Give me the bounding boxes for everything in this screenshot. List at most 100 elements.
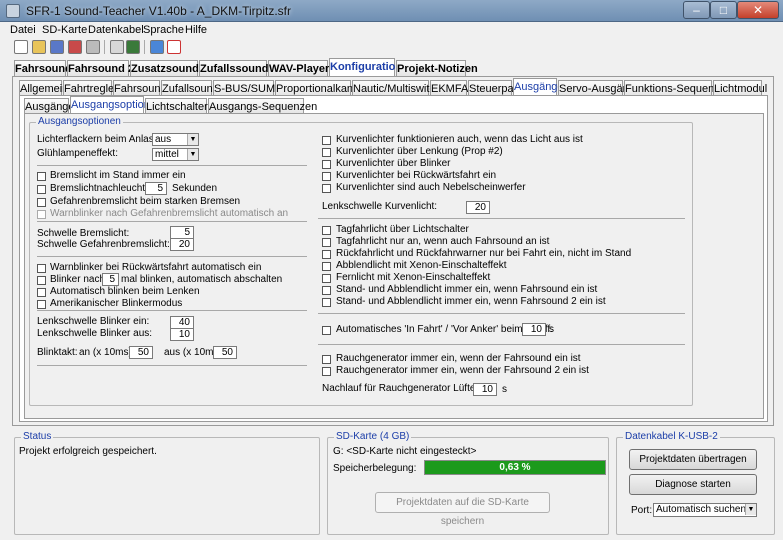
third-tab-row: Ausgänge Ausgangsoptionen Lichtschalter … xyxy=(24,96,424,115)
sub-tab-row: Allgemein Fahrtregler Fahrsound Zufallso… xyxy=(19,78,769,97)
warn-gefahren-checkbox[interactable] xyxy=(37,210,46,219)
kurv3-checkbox[interactable] xyxy=(322,160,331,169)
auto-lenken-checkbox[interactable] xyxy=(37,288,46,297)
tab-projekt-notizen[interactable]: Projekt-Notizen xyxy=(396,60,478,77)
status-text: Projekt erfolgreich gespeichert. xyxy=(19,446,157,457)
blinktakt-aus-input[interactable]: 50 xyxy=(213,346,237,359)
tab-konfiguration[interactable]: Konfiguration xyxy=(329,58,402,77)
blinker-nach-suffix: mal blinken, automatisch abschalten xyxy=(121,274,283,285)
tag1-checkbox[interactable] xyxy=(322,226,331,235)
abblend-checkbox[interactable] xyxy=(322,262,331,271)
lichterflackern-select[interactable]: aus ▼ xyxy=(152,133,199,146)
window-title: SFR-1 Sound-Teacher V1.40b - A_DKM-Tirpi… xyxy=(26,4,291,18)
amerik-checkbox[interactable] xyxy=(37,300,46,309)
blinker-nach-checkbox[interactable] xyxy=(37,276,46,285)
tag2-checkbox[interactable] xyxy=(322,238,331,247)
sd-usage-text: 0,63 % xyxy=(499,462,531,473)
title-bar: SFR-1 Sound-Teacher V1.40b - A_DKM-Tirpi… xyxy=(0,0,783,22)
menu-datenkabel[interactable]: Datenkabel xyxy=(88,24,144,36)
lenk-aus-label: Lenkschwelle Blinker aus: xyxy=(37,328,153,339)
menu-sd-karte[interactable]: SD-Karte xyxy=(42,24,87,36)
rauch2-checkbox[interactable] xyxy=(322,367,331,376)
main-tab-row: Fahrsound Fahrsound 2 Zusatzsounds Zufal… xyxy=(14,58,774,77)
gefahren-brems-label: Gefahrenbremslicht beim starken Bremsen xyxy=(50,196,241,207)
tab-fahrsound-2[interactable]: Fahrsound 2 xyxy=(67,60,134,77)
kurv4-checkbox[interactable] xyxy=(322,172,331,181)
open-folder-icon[interactable] xyxy=(32,40,46,54)
anker-unit: s xyxy=(549,324,554,335)
sd-save-button[interactable]: Projektdaten auf die SD-Karte speichern xyxy=(375,492,550,527)
tab-zusatzsounds[interactable]: Zusatzsounds xyxy=(130,60,205,77)
blinktakt-an-input[interactable]: 50 xyxy=(129,346,153,359)
kurv2-checkbox[interactable] xyxy=(322,148,331,157)
print-icon[interactable] xyxy=(86,40,100,54)
lenk-kurv-input[interactable]: 20 xyxy=(466,201,490,214)
kurv3-label: Kurvenlichter über Blinker xyxy=(336,158,451,169)
menu-hilfe[interactable]: Hilfe xyxy=(185,24,207,36)
blinktakt-label: Blinktakt: xyxy=(37,347,78,358)
connect-icon[interactable] xyxy=(126,40,140,54)
cable-title: Datenkabel K-USB-2 xyxy=(623,431,720,442)
auto-lenken-label: Automatisch blinken beim Lenken xyxy=(50,286,200,297)
rueck-label: Rückfahrlicht und Rückfahrwarner nur bei… xyxy=(336,248,632,259)
brems-nach-unit: Sekunden xyxy=(172,183,218,194)
lenk-kurv-label: Lenkschwelle Kurvenlicht: xyxy=(322,201,438,212)
warn-rueck-label: Warnblinker bei Rückwärtsfahrt automatis… xyxy=(50,262,262,273)
port-label: Port: xyxy=(631,505,653,516)
new-file-icon[interactable] xyxy=(14,40,28,54)
sd-usage-label: Speicherbelegung: xyxy=(333,463,417,474)
kurv1-label: Kurvenlichter funktionieren auch, wenn d… xyxy=(336,134,583,145)
maximize-button[interactable]: □ xyxy=(710,1,737,19)
brems-nach-checkbox[interactable] xyxy=(37,185,46,194)
save-icon[interactable] xyxy=(50,40,64,54)
menu-datei[interactable]: Datei xyxy=(10,24,36,36)
brems-nach-input[interactable]: 5 xyxy=(145,182,167,195)
tab-zufallssounds[interactable]: Zufallssounds xyxy=(199,60,275,77)
blinker-nach-input[interactable]: 5 xyxy=(102,273,119,286)
kurv2-label: Kurvenlichter über Lenkung (Prop #2) xyxy=(336,146,503,157)
kurv5-checkbox[interactable] xyxy=(322,184,331,193)
tab-wav-player[interactable]: WAV-Player xyxy=(268,60,329,77)
transfer-button[interactable]: Projektdaten übertragen xyxy=(629,449,757,470)
rueck-checkbox[interactable] xyxy=(322,250,331,259)
chevron-down-icon: ▼ xyxy=(745,504,756,515)
chevron-down-icon: ▼ xyxy=(187,149,198,160)
export-icon[interactable] xyxy=(167,40,181,54)
gluehlampen-select[interactable]: mittel ▼ xyxy=(152,148,199,161)
warn-rueck-checkbox[interactable] xyxy=(37,264,46,273)
brems-nach-label: Bremslichtnachleuchten: xyxy=(50,183,159,194)
close-button[interactable]: ✕ xyxy=(737,1,779,19)
blinker-nach-label: Blinker nach xyxy=(50,274,106,285)
nachlauf-input[interactable]: 10 xyxy=(473,383,497,396)
chart-icon[interactable] xyxy=(110,40,124,54)
lenk-aus-input[interactable]: 10 xyxy=(170,328,194,341)
music-note-icon[interactable] xyxy=(150,40,164,54)
menu-sprache[interactable]: Sprache xyxy=(143,24,184,36)
sd-title: SD-Karte (4 GB) xyxy=(334,431,412,442)
brems-stand-checkbox[interactable] xyxy=(37,172,46,181)
stand1-checkbox[interactable] xyxy=(322,286,331,295)
sd-card-status: G: <SD-Karte nicht eingesteckt> xyxy=(333,446,477,457)
lenk-ein-label: Lenkschwelle Blinker ein: xyxy=(37,316,150,327)
schwelle-gefahren-input[interactable]: 20 xyxy=(170,238,194,251)
sd-usage-progress: 0,63 % xyxy=(424,460,606,475)
anker-input[interactable]: 10 xyxy=(522,323,546,336)
kurv5-label: Kurvenlichter sind auch Nebelscheinwerfe… xyxy=(336,182,526,193)
port-select[interactable]: Automatisch suchen ▼ xyxy=(653,503,757,517)
anker-checkbox[interactable] xyxy=(322,326,331,335)
kurv1-checkbox[interactable] xyxy=(322,136,331,145)
stand2-checkbox[interactable] xyxy=(322,298,331,307)
minimize-button[interactable]: – xyxy=(683,1,710,19)
menu-bar: Datei SD-Karte Datenkabel Sprache Hilfe xyxy=(0,22,783,39)
stand1-label: Stand- und Abblendlicht immer ein, wenn … xyxy=(336,284,598,295)
fern-checkbox[interactable] xyxy=(322,274,331,283)
tag1-label: Tagfahrlicht über Lichtschalter xyxy=(336,224,469,235)
save-as-icon[interactable] xyxy=(68,40,82,54)
brems-stand-label: Bremslicht im Stand immer ein xyxy=(50,170,186,181)
tab-fahrsound[interactable]: Fahrsound xyxy=(14,60,72,77)
status-title: Status xyxy=(21,431,54,442)
rauch1-checkbox[interactable] xyxy=(322,355,331,364)
diagnose-button[interactable]: Diagnose starten xyxy=(629,474,757,495)
gefahren-brems-checkbox[interactable] xyxy=(37,198,46,207)
abblend-label: Abblendlicht mit Xenon-Einschalteffekt xyxy=(336,260,507,271)
